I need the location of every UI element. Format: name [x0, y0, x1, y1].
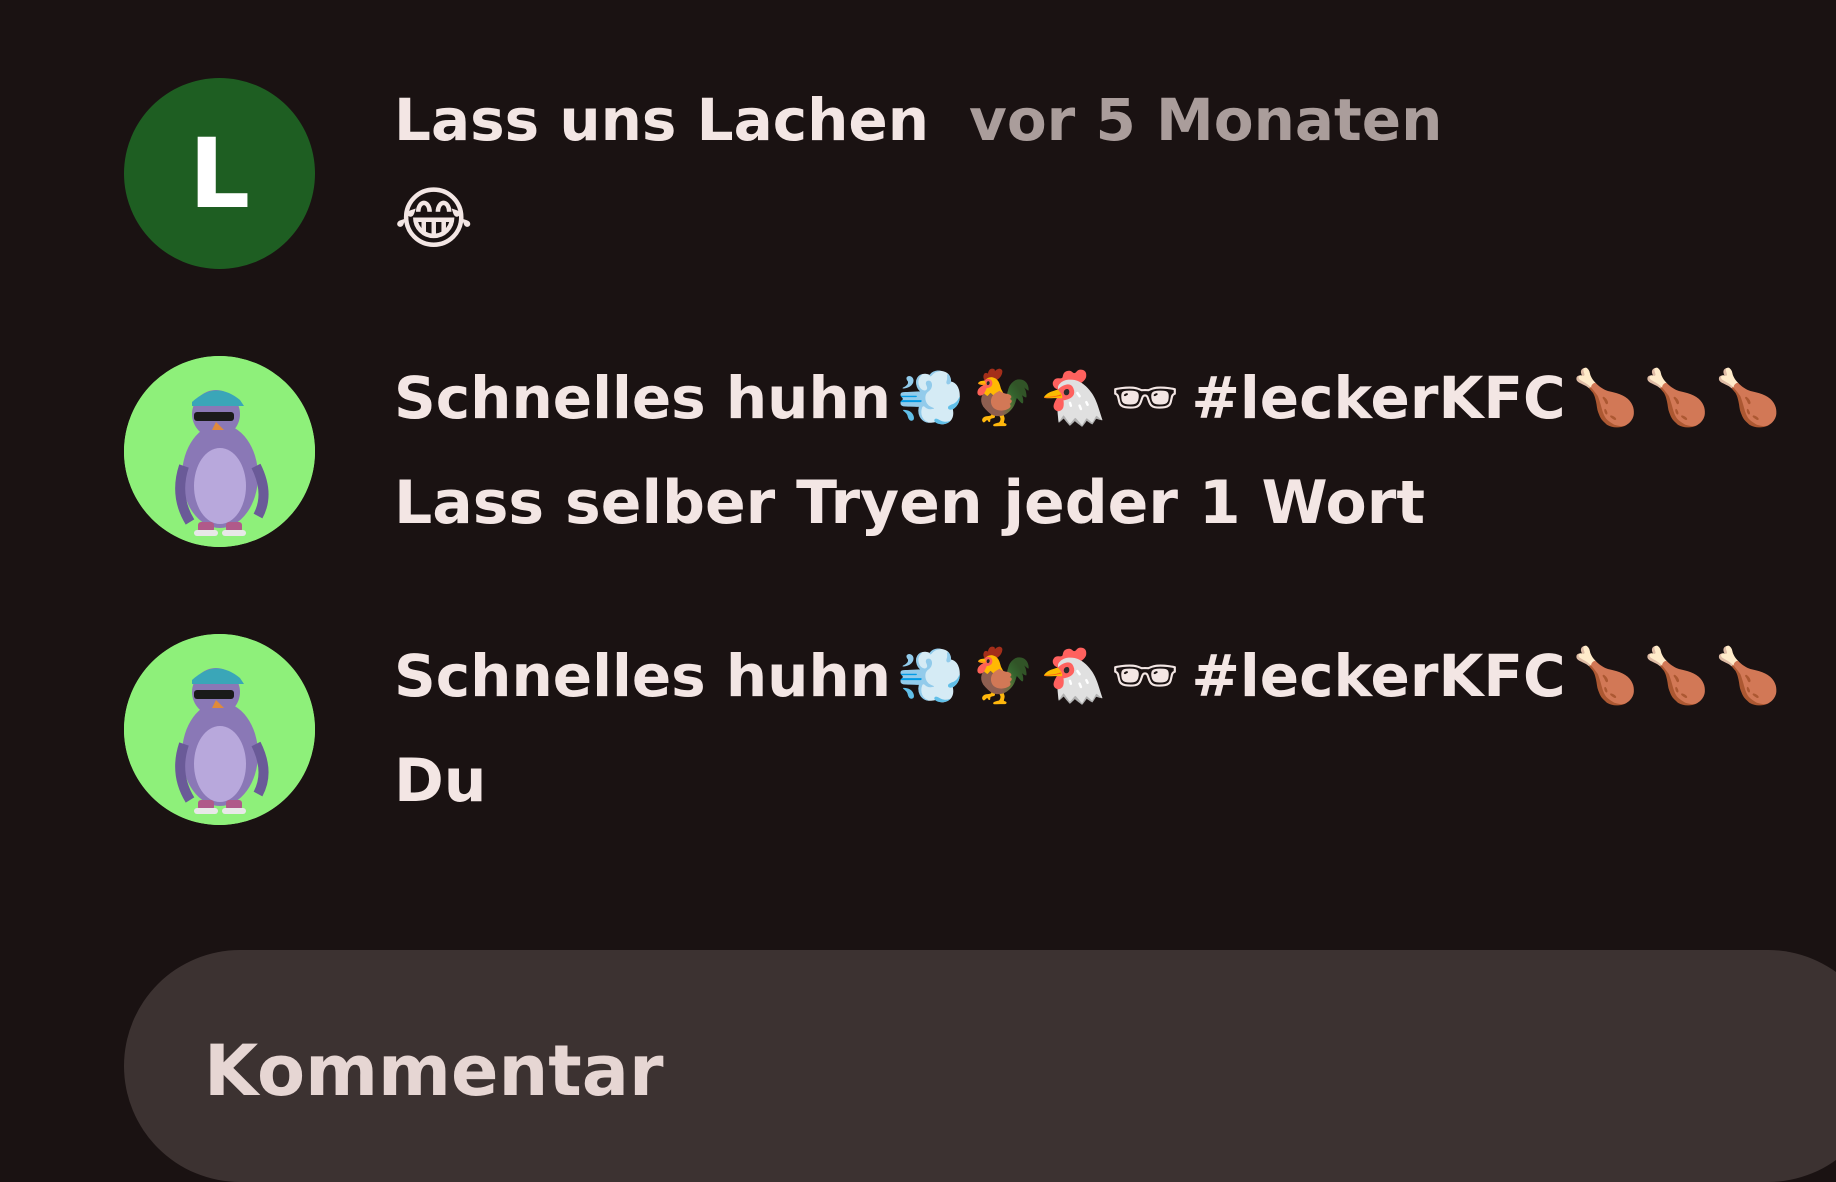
pigeon-avatar-icon: [124, 634, 315, 825]
comment-text: Lass selber Tryen jeder 1 Wort: [394, 468, 1426, 538]
author-emoji-decoration: 💨🐓🐔🕶: [897, 366, 1184, 429]
avatar[interactable]: [124, 356, 315, 547]
comment-author[interactable]: Lass uns Lachen: [394, 86, 929, 154]
comment-item: Schnelles huhn 💨🐓🐔🕶 #leckerKFC 🍗🍗🍗 Du: [0, 556, 1836, 825]
avatar[interactable]: [124, 634, 315, 825]
comment-author[interactable]: Schnelles huhn: [394, 642, 891, 710]
avatar[interactable]: L: [124, 78, 315, 269]
comment-input-placeholder: Kommentar: [204, 1030, 664, 1112]
comment-input[interactable]: Kommentar: [124, 950, 1836, 1182]
author-emoji-decoration: 🍗🍗🍗: [1571, 366, 1786, 429]
comment-text: Du: [394, 746, 487, 816]
author-emoji-decoration: 💨🐓🐔🕶: [897, 644, 1184, 707]
comment-item: Schnelles huhn 💨🐓🐔🕶 #leckerKFC 🍗🍗🍗 Lass …: [0, 278, 1836, 547]
author-hashtag: #leckerKFC: [1191, 364, 1566, 432]
comment-header: Schnelles huhn 💨🐓🐔🕶 #leckerKFC 🍗🍗🍗: [394, 360, 1785, 436]
avatar-letter: L: [188, 117, 251, 230]
comment-timestamp: vor 5 Monaten: [969, 86, 1443, 154]
author-hashtag: #leckerKFC: [1191, 642, 1566, 710]
comment-author[interactable]: Schnelles huhn: [394, 364, 891, 432]
comment-text: 😂: [394, 180, 474, 259]
comment-header: Schnelles huhn 💨🐓🐔🕶 #leckerKFC 🍗🍗🍗: [394, 638, 1785, 714]
comment-item: L Lass uns Lachen vor 5 Monaten 😂: [0, 0, 1836, 269]
author-emoji-decoration: 🍗🍗🍗: [1571, 644, 1786, 707]
pigeon-avatar-icon: [124, 356, 315, 547]
comment-header: Lass uns Lachen vor 5 Monaten: [394, 82, 1442, 158]
